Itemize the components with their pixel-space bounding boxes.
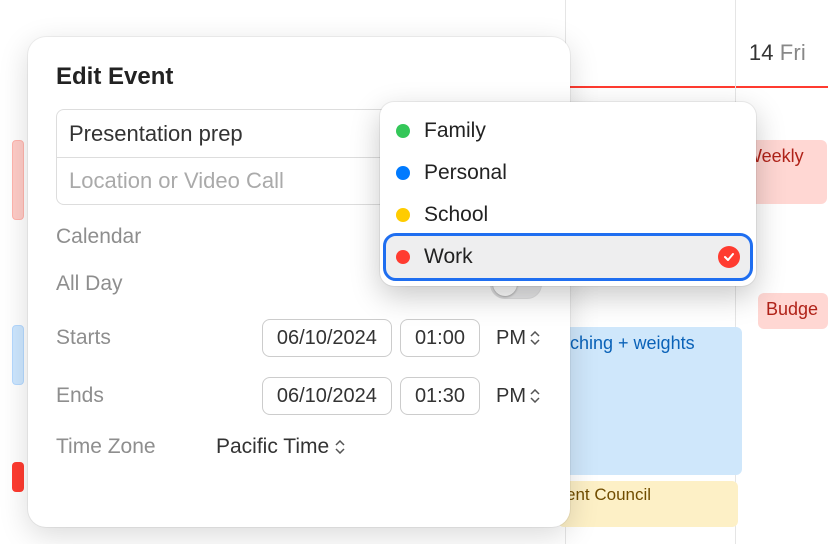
bg-day-weekday: Fri <box>780 40 806 65</box>
calendar-option-school[interactable]: School <box>386 194 750 236</box>
calendar-option-family[interactable]: Family <box>386 110 750 152</box>
timezone-label: Time Zone <box>56 435 216 459</box>
current-time-indicator <box>565 86 828 88</box>
calendar-label: Calendar <box>56 225 216 249</box>
starts-time-input[interactable]: 01:00 <box>400 319 480 357</box>
starts-date-input[interactable]: 06/10/2024 <box>262 319 392 357</box>
starts-ampm-label: PM <box>496 327 526 350</box>
calendar-select-menu: Family Personal School Work <box>380 102 756 286</box>
popover-title: Edit Event <box>56 63 542 91</box>
calendar-option-label: Personal <box>424 161 507 185</box>
bg-event-council[interactable]: ent Council <box>566 485 651 504</box>
color-dot-icon <box>396 166 410 180</box>
starts-label: Starts <box>56 326 216 350</box>
timezone-value: Pacific Time <box>216 435 329 459</box>
stepper-icon <box>530 389 540 403</box>
color-dot-icon <box>396 208 410 222</box>
stepper-icon <box>335 440 345 454</box>
ends-time-input[interactable]: 01:30 <box>400 377 480 415</box>
bg-event-sliver <box>12 462 24 492</box>
calendar-option-label: Work <box>424 245 473 269</box>
calendar-option-personal[interactable]: Personal <box>386 152 750 194</box>
starts-ampm-select[interactable]: PM <box>488 319 542 357</box>
bg-event-stretch[interactable]: ching + weights <box>570 333 695 353</box>
ends-ampm-select[interactable]: PM <box>488 377 542 415</box>
calendar-option-label: School <box>424 203 488 227</box>
stepper-icon <box>530 331 540 345</box>
color-dot-icon <box>396 124 410 138</box>
ends-ampm-label: PM <box>496 385 526 408</box>
ends-date-input[interactable]: 06/10/2024 <box>262 377 392 415</box>
ends-row: Ends 06/10/2024 01:30 PM <box>56 377 542 415</box>
bg-day-number: 14 <box>749 40 774 65</box>
ends-label: Ends <box>56 384 216 408</box>
bg-event-sliver <box>12 140 24 220</box>
calendar-option-label: Family <box>424 119 486 143</box>
timezone-row[interactable]: Time Zone Pacific Time <box>56 435 542 459</box>
calendar-option-work[interactable]: Work <box>386 236 750 278</box>
color-dot-icon <box>396 250 410 264</box>
bg-event-budget[interactable]: Budge <box>766 299 818 319</box>
checkmark-icon <box>718 246 740 268</box>
bg-day-header: 14Fri <box>749 40 806 66</box>
starts-row: Starts 06/10/2024 01:00 PM <box>56 319 542 357</box>
allday-label: All Day <box>56 272 216 296</box>
bg-event-sliver <box>12 325 24 385</box>
